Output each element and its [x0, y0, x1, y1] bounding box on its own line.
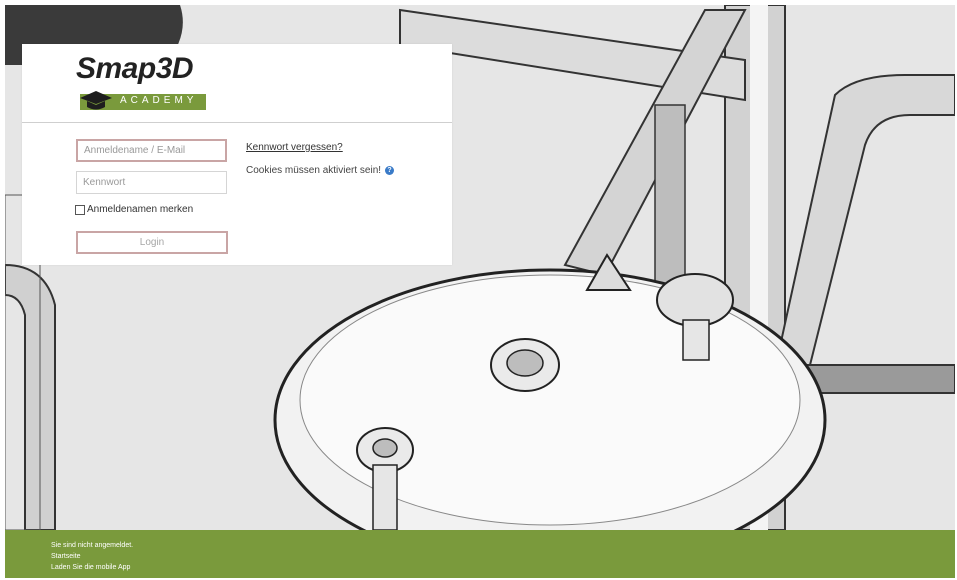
question-circle-icon[interactable]: ?	[385, 166, 395, 175]
logo-brand-text: Smap3D	[76, 52, 194, 85]
remember-username-checkbox[interactable]: Anmeldenamen merken	[75, 204, 193, 215]
login-panel: Smap3D ACADEMY Anmeldenamen merken Login…	[22, 44, 452, 265]
cookies-notice-text: Cookies müssen aktiviert sein!	[246, 165, 382, 176]
graduation-cap-icon	[80, 91, 112, 110]
logo-academy-bar: ACADEMY	[80, 91, 206, 110]
username-email-input[interactable]	[76, 139, 227, 162]
password-input[interactable]	[76, 171, 227, 194]
header-divider	[22, 122, 452, 123]
home-link[interactable]: Startseite	[51, 553, 81, 560]
checkbox-box[interactable]	[75, 204, 85, 215]
mobile-app-link[interactable]: Laden Sie die mobile App	[51, 564, 130, 571]
smap3d-academy-logo: Smap3D ACADEMY	[76, 52, 216, 114]
not-logged-in-text: Sie sind nicht angemeldet.	[51, 542, 134, 549]
login-button[interactable]: Login	[76, 231, 228, 254]
footer: Sie sind nicht angemeldet. Startseite La…	[5, 530, 955, 578]
remember-username-label: Anmeldenamen merken	[87, 204, 194, 215]
page: Smap3D ACADEMY Anmeldenamen merken Login…	[0, 0, 957, 580]
cookies-notice: Cookies müssen aktiviert sein! ?	[246, 165, 395, 176]
forgot-password-link[interactable]: Kennwort vergessen?	[246, 142, 343, 153]
logo-academy-text: ACADEMY	[120, 95, 198, 106]
